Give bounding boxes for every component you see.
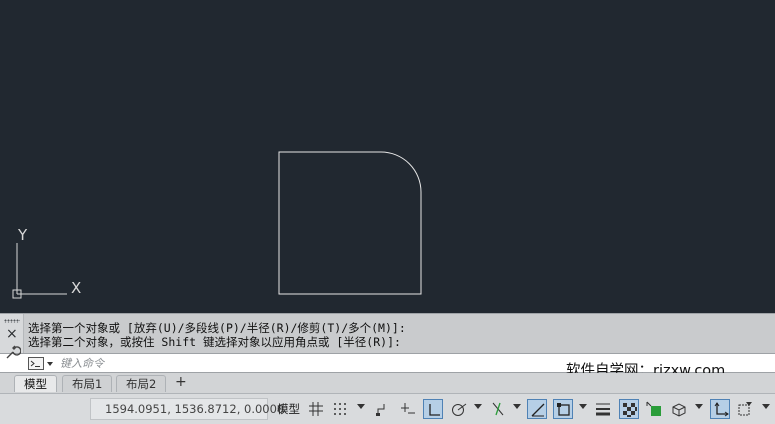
tab-model[interactable]: 模型 [14,375,57,392]
infer-constraints-icon[interactable] [373,399,393,419]
ucs-x-label: X [71,279,81,297]
tab-layout2[interactable]: 布局2 [116,375,167,392]
close-icon[interactable]: × [6,327,18,341]
command-input[interactable] [60,355,540,372]
isometric-drafting-icon[interactable] [488,399,508,419]
filleted-rectangle[interactable] [278,151,422,295]
selection-cycling-icon[interactable] [644,399,664,419]
drag-handle-icon[interactable] [4,319,20,323]
chevron-down-icon[interactable] [357,404,365,409]
object-snap-tracking-icon[interactable] [527,399,547,419]
add-layout-button[interactable]: + [175,374,187,390]
3d-object-snap-icon[interactable] [669,399,689,419]
chevron-down-icon[interactable] [513,404,521,409]
dynamic-ucs-icon[interactable] [710,399,730,419]
chevron-down-icon[interactable] [579,404,587,409]
chevron-down-icon[interactable] [695,404,703,409]
chevron-down-icon[interactable] [762,404,770,409]
grid-icon[interactable] [306,399,326,419]
command-history-line: 选择第二个对象，或按住 Shift 键选择对象以应用角点或 [半径(R)]: [28,335,401,349]
ortho-mode-icon[interactable] [423,399,443,419]
drawing-svg[interactable]: Y X [0,0,775,313]
ucs-icon [12,243,67,299]
snap-mode-icon[interactable] [330,399,350,419]
coordinate-readout[interactable]: 1594.0951, 1536.8712, 0.0000 [90,398,284,420]
status-bar: 1594.0951, 1536.8712, 0.0000 模型 [0,393,775,424]
drawing-canvas[interactable]: Y X [0,0,775,313]
chevron-down-icon[interactable] [474,404,482,409]
polar-tracking-icon[interactable] [449,399,469,419]
selection-filter-icon[interactable] [735,399,755,419]
tab-layout1[interactable]: 布局1 [62,375,113,392]
dynamic-input-icon[interactable] [398,399,418,419]
layout-tabs-bar: 模型 布局1 布局2 + [0,373,775,393]
model-space-button[interactable]: 模型 [272,398,305,420]
object-snap-icon[interactable] [553,399,573,419]
ucs-y-label: Y [17,226,28,244]
command-history-line: 选择第一个对象或 [放弃(U)/多段线(P)/半径(R)/修剪(T)/多个(M)… [28,321,406,335]
customize-wrench-icon[interactable] [3,342,21,360]
command-history-panel: × 选择第一个对象或 [放弃(U)/多段线(P)/半径(R)/修剪(T)/多个(… [0,313,775,354]
recent-commands-icon[interactable] [28,357,56,370]
transparency-icon[interactable] [619,399,639,419]
lineweight-icon[interactable] [593,399,613,419]
